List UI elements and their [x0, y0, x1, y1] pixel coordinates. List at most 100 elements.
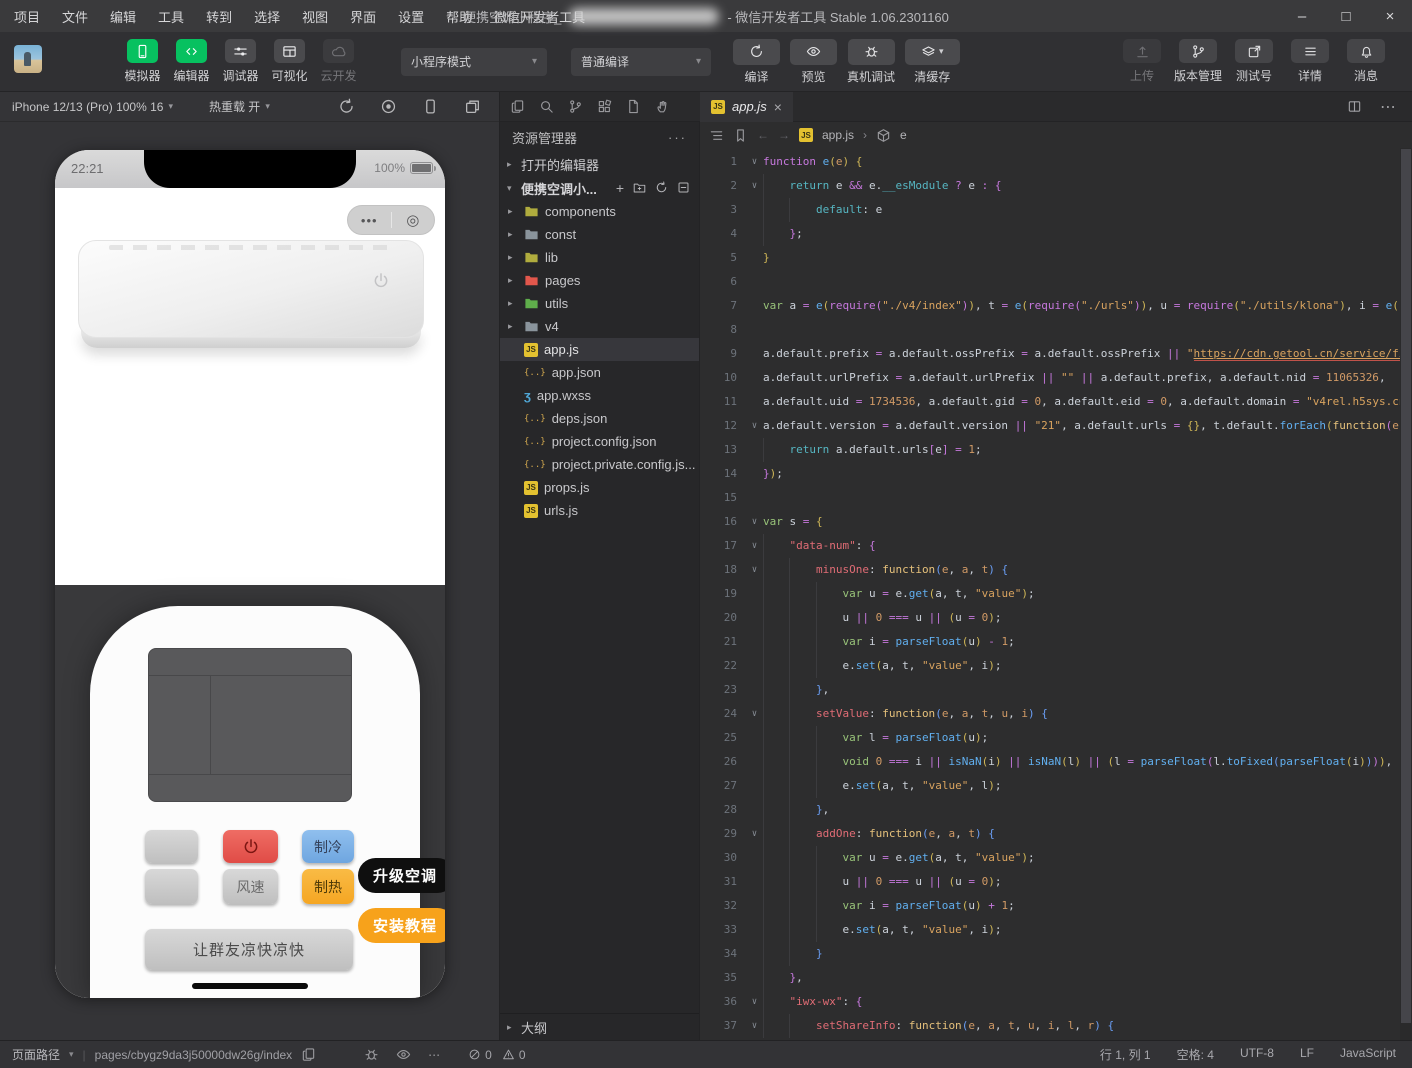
split-editor-icon[interactable] [1347, 99, 1362, 114]
code-line-16[interactable]: 16∨var s = { [700, 510, 1412, 534]
code-line-25[interactable]: 25var l = parseFloat(u); [700, 726, 1412, 750]
fold-chevron-icon[interactable]: ∨ [746, 150, 763, 174]
minimize-button[interactable]: – [1280, 0, 1324, 32]
page-path-label[interactable]: 页面路径 [12, 1046, 60, 1063]
menu-item-4[interactable]: 工具 [158, 7, 184, 26]
tree-item-const[interactable]: ▸const [500, 223, 699, 246]
cool-button[interactable]: 制冷 [302, 830, 354, 863]
code-line-21[interactable]: 21var i = parseFloat(u) - 1; [700, 630, 1412, 654]
bookmark-icon[interactable] [733, 128, 748, 143]
code-line-27[interactable]: 27e.set(a, t, "value", l); [700, 774, 1412, 798]
tree-item-components[interactable]: ▸components [500, 200, 699, 223]
fold-chevron-icon[interactable]: ∨ [746, 510, 763, 534]
upgrade-ac-button[interactable]: 升级空调 [358, 858, 445, 893]
code-line-7[interactable]: 7var a = e(require("./v4/index")), t = e… [700, 294, 1412, 318]
code-area[interactable]: 1∨function e(e) {2∨return e && e.__esMod… [700, 148, 1412, 1040]
tree-item-deps.json[interactable]: {..}deps.json [500, 407, 699, 430]
toolbar-code-button[interactable]: 编辑器 [167, 39, 216, 84]
tree-item-urls.js[interactable]: JSurls.js [500, 499, 699, 522]
fan-speed-button[interactable]: 风速 [223, 869, 278, 904]
external-button[interactable]: 测试号 [1226, 39, 1282, 84]
status-item-3[interactable]: UTF-8 [1240, 1046, 1274, 1063]
code-line-32[interactable]: 32var i = parseFloat(u) + 1; [700, 894, 1412, 918]
menu-item-9[interactable]: 设置 [398, 7, 424, 26]
problems-indicator[interactable]: 0 0 [468, 1048, 525, 1062]
code-line-33[interactable]: 33e.set(a, t, "value", i); [700, 918, 1412, 942]
code-line-14[interactable]: 14}); [700, 462, 1412, 486]
code-line-4[interactable]: 4}; [700, 222, 1412, 246]
breadcrumb-symbol[interactable]: e [900, 128, 907, 142]
outline-icon[interactable] [709, 128, 724, 143]
remote-blank-button-2[interactable] [145, 869, 198, 904]
code-line-31[interactable]: 31u || 0 === u || (u = 0); [700, 870, 1412, 894]
remote-blank-button-1[interactable] [145, 830, 198, 863]
fold-chevron-icon[interactable]: ∨ [746, 822, 763, 846]
capsule-exit-icon[interactable]: ◎ [391, 211, 434, 229]
code-line-20[interactable]: 20u || 0 === u || (u = 0); [700, 606, 1412, 630]
tree-item-props.js[interactable]: JSprops.js [500, 476, 699, 499]
menu-item-10[interactable]: 帮助 [446, 7, 472, 26]
fold-chevron-icon[interactable]: ∨ [746, 558, 763, 582]
code-line-3[interactable]: 3default: e [700, 198, 1412, 222]
device-select[interactable]: iPhone 12/13 (Pro) 100% 16▾ [12, 100, 173, 114]
maximize-button[interactable]: □ [1324, 0, 1368, 32]
code-line-18[interactable]: 18∨minusOne: function(e, a, t) { [700, 558, 1412, 582]
code-line-15[interactable]: 15 [700, 486, 1412, 510]
code-line-1[interactable]: 1∨function e(e) { [700, 150, 1412, 174]
eye-icon[interactable] [396, 1047, 411, 1062]
record-icon[interactable] [380, 98, 397, 115]
code-line-28[interactable]: 28}, [700, 798, 1412, 822]
mode-select[interactable]: 小程序模式▾ [401, 48, 547, 76]
status-item-5[interactable]: JavaScript [1340, 1046, 1396, 1063]
code-line-36[interactable]: 36∨"iwx-wx": { [700, 990, 1412, 1014]
code-line-24[interactable]: 24∨setValue: function(e, a, t, u, i) { [700, 702, 1412, 726]
branch-button[interactable]: 版本管理 [1170, 39, 1226, 84]
code-line-5[interactable]: 5} [700, 246, 1412, 270]
share-button[interactable]: 让群友凉快凉快 [145, 929, 353, 970]
file-icon[interactable] [626, 99, 641, 114]
device-icon[interactable] [422, 98, 439, 115]
tree-item-app.json[interactable]: {..}app.json [500, 361, 699, 384]
tree-item-project.private.config.js...[interactable]: {..}project.private.config.js... [500, 453, 699, 476]
status-item-4[interactable]: LF [1300, 1046, 1314, 1063]
refresh-icon[interactable] [338, 98, 355, 115]
explorer-more-icon[interactable]: ··· [668, 130, 687, 145]
tree-item-pages[interactable]: ▸pages [500, 269, 699, 292]
close-button[interactable]: × [1368, 0, 1412, 32]
compile-mode-select[interactable]: 普通编译▾ [571, 48, 711, 76]
capsule-more-icon[interactable]: ••• [348, 213, 391, 228]
hot-reload-toggle[interactable]: 热重载 开▾ [209, 98, 270, 115]
menu-item-11[interactable]: 微信开发者工具 [494, 7, 585, 26]
tree-item-utils[interactable]: ▸utils [500, 292, 699, 315]
project-section[interactable]: ▾ 便携空调小... + [500, 176, 699, 200]
code-line-2[interactable]: 2∨return e && e.__esModule ? e : { [700, 174, 1412, 198]
bell-button[interactable]: 消息 [1338, 39, 1394, 84]
collapse-all-icon[interactable] [677, 181, 690, 195]
code-line-37[interactable]: 37∨setShareInfo: function(e, a, t, u, i,… [700, 1014, 1412, 1038]
code-line-29[interactable]: 29∨addOne: function(e, a, t) { [700, 822, 1412, 846]
code-line-13[interactable]: 13return a.default.urls[e] = 1; [700, 438, 1412, 462]
code-line-8[interactable]: 8 [700, 318, 1412, 342]
code-line-9[interactable]: 9a.default.prefix = a.default.ossPrefix … [700, 342, 1412, 366]
nav-forward-icon[interactable]: → [778, 128, 790, 142]
more-icon[interactable]: ⋯ [428, 1048, 442, 1062]
code-line-35[interactable]: 35}, [700, 966, 1412, 990]
code-line-10[interactable]: 10a.default.urlPrefix = a.default.urlPre… [700, 366, 1412, 390]
tab-close-icon[interactable]: × [774, 99, 782, 115]
menu-item-6[interactable]: 选择 [254, 7, 280, 26]
eye-action-button[interactable]: 预览 [790, 39, 837, 85]
code-line-17[interactable]: 17∨"data-num": { [700, 534, 1412, 558]
more-actions-icon[interactable]: ⋯ [1380, 97, 1398, 117]
tree-item-project.config.json[interactable]: {..}project.config.json [500, 430, 699, 453]
fold-chevron-icon[interactable]: ∨ [746, 534, 763, 558]
fold-chevron-icon[interactable]: ∨ [746, 702, 763, 726]
hand-icon[interactable] [655, 99, 670, 114]
copy-icon[interactable] [301, 1047, 316, 1062]
refresh-icon[interactable] [655, 181, 668, 195]
fold-chevron-icon[interactable]: ∨ [746, 1014, 763, 1038]
code-line-6[interactable]: 6 [700, 270, 1412, 294]
menu-item-2[interactable]: 文件 [62, 7, 88, 26]
user-avatar[interactable] [14, 45, 42, 73]
code-line-26[interactable]: 26void 0 === i || isNaN(i) || isNaN(l) |… [700, 750, 1412, 774]
new-folder-icon[interactable] [633, 181, 646, 195]
